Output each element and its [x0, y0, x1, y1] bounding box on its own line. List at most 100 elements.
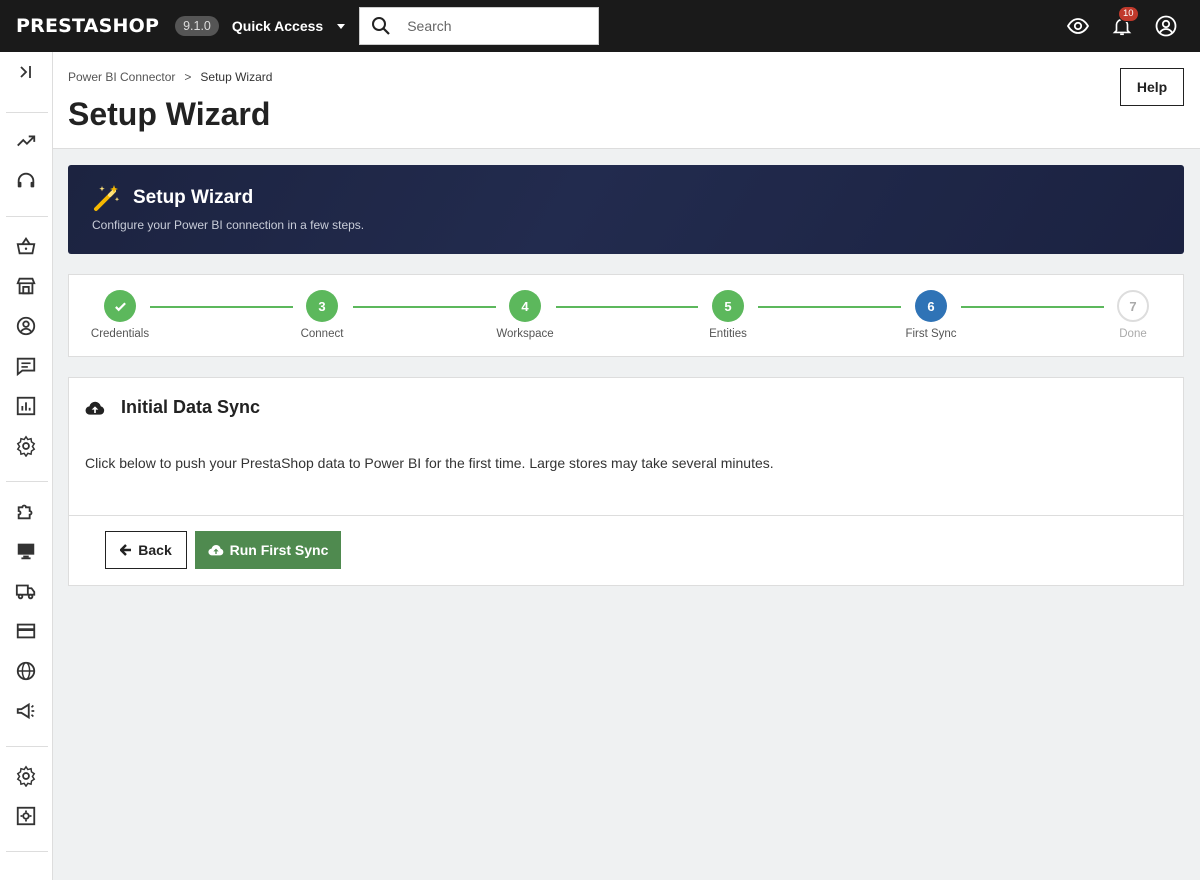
headset-icon	[17, 172, 35, 188]
card-footer-divider	[69, 515, 1183, 516]
prestashop-logo[interactable]: PRESTASHOP	[16, 15, 159, 37]
step-marker: 4	[509, 290, 541, 322]
step-entities[interactable]: 5 Entities	[683, 290, 773, 340]
sidebar-item-marketing[interactable]	[0, 696, 52, 726]
page-title: Setup Wizard	[68, 96, 271, 132]
credit-card-icon	[16, 623, 36, 639]
settings-box-icon	[16, 806, 36, 826]
view-shop-button[interactable]	[1066, 14, 1090, 38]
trending-up-icon	[17, 135, 36, 147]
step-label: First Sync	[905, 328, 957, 340]
sidebar-divider	[6, 481, 48, 482]
sidebar-item-stats[interactable]	[0, 391, 52, 421]
notifications-button[interactable]: 10	[1110, 6, 1139, 38]
chat-icon	[16, 357, 36, 377]
step-label: Done	[1119, 328, 1147, 340]
back-label: Back	[138, 542, 172, 558]
step-connector	[556, 306, 698, 308]
sidebar-item-orders[interactable]	[0, 231, 52, 261]
user-circle-icon	[1155, 15, 1177, 37]
notification-count-badge: 10	[1118, 6, 1139, 22]
back-button[interactable]: Back	[105, 531, 187, 569]
sidebar-item-shipping[interactable]	[0, 576, 52, 606]
sidebar-divider	[6, 112, 48, 113]
step-connector	[758, 306, 901, 308]
eye-icon	[1066, 18, 1090, 34]
step-marker: 6	[915, 290, 947, 322]
step-connector	[353, 306, 496, 308]
breadcrumb: Power BI Connector > Setup Wizard	[68, 70, 272, 84]
sidebar-item-settings[interactable]	[0, 431, 52, 461]
card-description: Click below to push your PrestaShop data…	[85, 455, 774, 471]
help-button[interactable]: Help	[1120, 68, 1184, 106]
step-marker: 5	[712, 290, 744, 322]
check-icon	[114, 301, 126, 311]
sidebar-collapse-toggle[interactable]	[0, 57, 52, 87]
breadcrumb-current: Setup Wizard	[200, 70, 273, 84]
expand-sidebar-icon	[20, 66, 31, 78]
sidebar-item-design[interactable]	[0, 536, 52, 566]
puzzle-icon	[17, 504, 33, 520]
step-first-sync[interactable]: 6 First Sync	[886, 290, 976, 340]
sidebar-item-catalog[interactable]	[0, 271, 52, 301]
sidebar-item-international[interactable]	[0, 656, 52, 686]
step-marker: 7	[1117, 290, 1149, 322]
version-badge: 9.1.0	[175, 16, 219, 36]
card-title-text: Initial Data Sync	[121, 397, 261, 417]
store-icon	[16, 277, 36, 295]
sidebar	[0, 52, 53, 880]
bar-chart-icon	[16, 396, 36, 416]
sidebar-divider	[6, 851, 48, 852]
breadcrumb-separator: >	[184, 70, 192, 84]
monitor-icon	[17, 543, 35, 560]
sidebar-item-configure[interactable]	[0, 761, 52, 791]
sidebar-divider	[6, 746, 48, 747]
search-box[interactable]	[359, 7, 600, 45]
step-credentials[interactable]: Credentials	[75, 290, 165, 340]
cloud-upload-icon	[208, 544, 223, 556]
wizard-stepper: Credentials 3 Connect 4 Workspace 5 Enti…	[68, 274, 1184, 357]
gear-icon	[16, 435, 36, 457]
step-connect[interactable]: 3 Connect	[277, 290, 367, 340]
search-input[interactable]	[407, 18, 578, 34]
basket-icon	[16, 237, 36, 255]
banner-subtitle: Configure your Power BI connection in a …	[92, 218, 365, 232]
search-icon	[372, 17, 390, 35]
step-connector	[961, 306, 1104, 308]
sidebar-divider	[6, 216, 48, 217]
run-first-sync-button[interactable]: Run First Sync	[195, 531, 341, 569]
magic-wand-icon	[94, 185, 120, 211]
step-label: Connect	[300, 328, 344, 340]
wizard-banner: Setup Wizard Configure your Power BI con…	[68, 165, 1184, 254]
banner-title: Setup Wizard	[133, 187, 254, 208]
cloud-upload-icon	[85, 401, 105, 415]
page-header: Power BI Connector > Setup Wizard Setup …	[53, 52, 1200, 149]
sidebar-item-customers[interactable]	[0, 311, 52, 341]
top-header: PRESTASHOP 9.1.0 Quick Access 10	[0, 0, 1200, 52]
truck-icon	[15, 584, 36, 600]
account-button[interactable]	[1154, 14, 1178, 38]
sidebar-item-dashboard[interactable]	[0, 126, 52, 156]
sidebar-item-help[interactable]	[0, 166, 52, 196]
gear-icon	[16, 765, 36, 787]
step-label: Entities	[709, 328, 747, 340]
sidebar-item-modules[interactable]	[0, 496, 52, 526]
sidebar-item-payment[interactable]	[0, 616, 52, 646]
megaphone-icon	[16, 702, 35, 720]
sidebar-item-advanced[interactable]	[0, 801, 52, 831]
step-connector	[150, 306, 293, 308]
breadcrumb-link[interactable]: Power BI Connector	[68, 70, 175, 84]
quick-access-dropdown[interactable]: Quick Access	[232, 18, 346, 34]
chevron-down-icon	[337, 23, 346, 29]
sidebar-item-messages[interactable]	[0, 351, 52, 381]
step-marker	[104, 290, 136, 322]
step-marker: 3	[306, 290, 338, 322]
arrow-left-icon	[120, 544, 132, 556]
step-done: 7 Done	[1088, 290, 1178, 340]
sync-card: Initial Data Sync Click below to push yo…	[68, 377, 1184, 586]
step-workspace[interactable]: 4 Workspace	[480, 290, 570, 340]
user-circle-icon	[16, 316, 36, 336]
run-sync-label: Run First Sync	[229, 542, 329, 558]
step-label: Workspace	[496, 328, 554, 340]
step-label: Credentials	[90, 328, 150, 340]
